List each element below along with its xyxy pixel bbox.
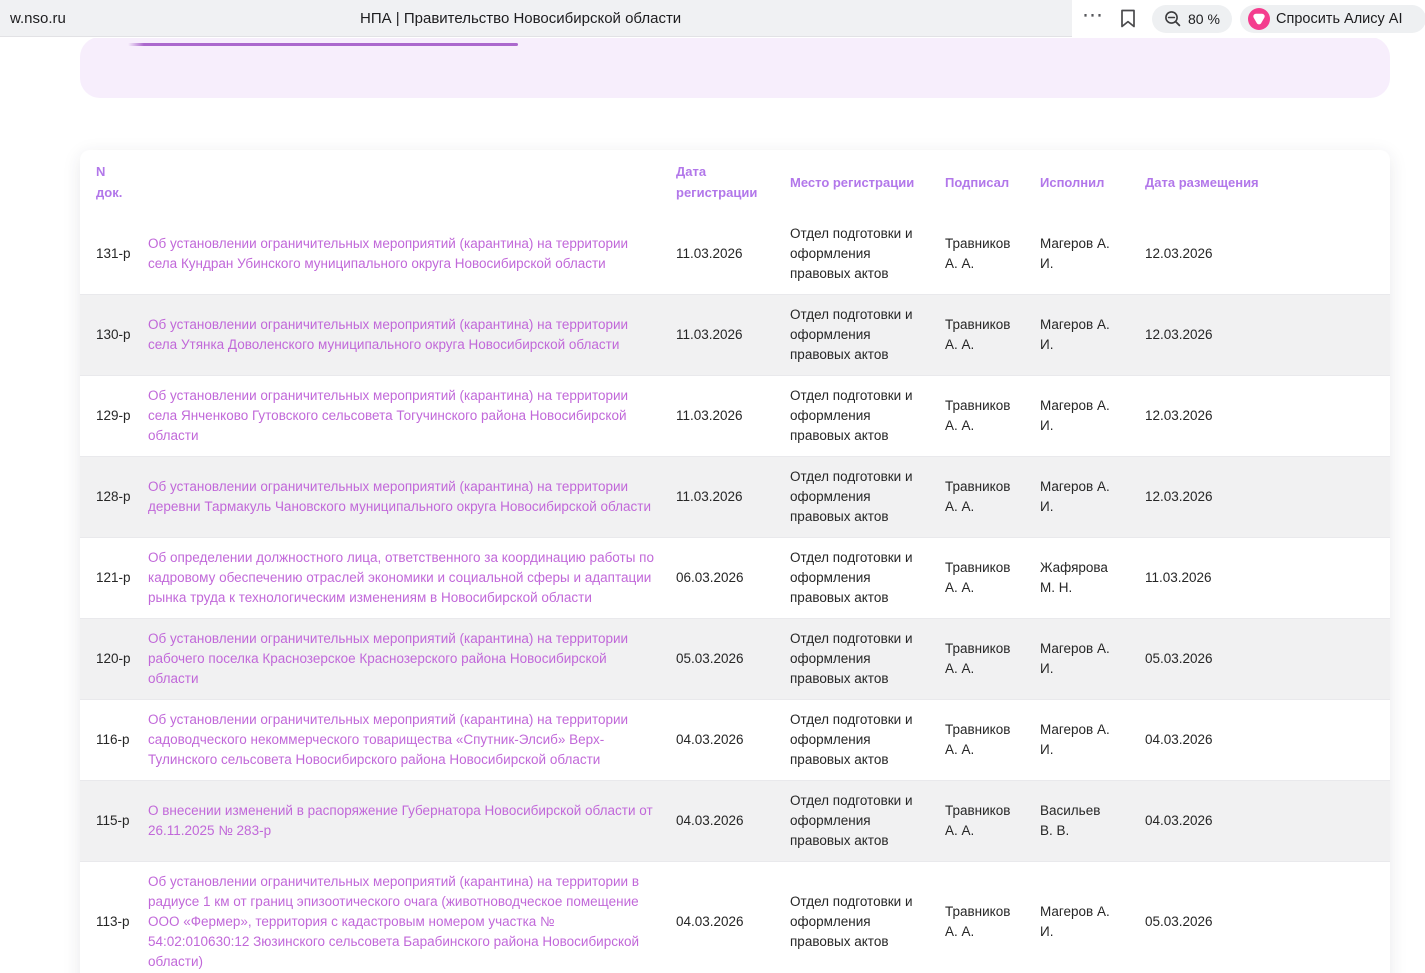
table-row: 115-р О внесении изменений в распоряжени… [80, 780, 1390, 861]
doc-number: 120-р [96, 649, 148, 669]
header-signer: Подписал [945, 172, 1040, 193]
executor-name: Магеров А. И. [1040, 477, 1145, 517]
registration-date: 05.03.2026 [676, 649, 790, 669]
registration-date: 11.03.2026 [676, 325, 790, 345]
signer-name: Травников А. А. [945, 396, 1040, 436]
signer-name: Травников А. А. [945, 558, 1040, 598]
document-link[interactable]: Об установлении ограничительных мероприя… [148, 236, 628, 271]
signer-name: Травников А. А. [945, 801, 1040, 841]
document-link[interactable]: Об установлении ограничительных мероприя… [148, 317, 628, 352]
search-field-underline [128, 43, 518, 46]
header-doc-number: N док. [96, 161, 148, 203]
document-link[interactable]: Об установлении ограничительных мероприя… [148, 874, 639, 969]
table-header-row: N док. Дата регистрации Место регистраци… [80, 150, 1390, 214]
browser-menu-icon[interactable]: ⋯ [1082, 3, 1104, 28]
registration-date: 04.03.2026 [676, 912, 790, 932]
signer-name: Травников А. А. [945, 902, 1040, 942]
zoom-out-icon [1164, 10, 1182, 28]
registration-place: Отдел подготовки и оформления правовых а… [790, 305, 945, 365]
registration-place: Отдел подготовки и оформления правовых а… [790, 386, 945, 446]
header-executor: Исполнил [1040, 172, 1145, 193]
signer-name: Травников А. А. [945, 477, 1040, 517]
table-row: 121-р Об определении должностного лица, … [80, 537, 1390, 618]
registration-place: Отдел подготовки и оформления правовых а… [790, 710, 945, 770]
signer-name: Травников А. А. [945, 720, 1040, 760]
page-header-panel [80, 37, 1390, 98]
publish-date: 04.03.2026 [1145, 811, 1374, 831]
bookmark-icon[interactable] [1120, 9, 1136, 28]
publish-date: 12.03.2026 [1145, 325, 1374, 345]
registration-place: Отдел подготовки и оформления правовых а… [790, 548, 945, 608]
signer-name: Травников А. А. [945, 234, 1040, 274]
executor-name: Жафярова М. Н. [1040, 558, 1145, 598]
signer-name: Травников А. А. [945, 639, 1040, 679]
document-link[interactable]: Об определении должностного лица, ответс… [148, 550, 654, 605]
publish-date: 11.03.2026 [1145, 568, 1374, 588]
header-registration-date: Дата регистрации [676, 161, 790, 203]
header-registration-place: Место регистрации [790, 172, 945, 193]
doc-number: 129-р [96, 406, 148, 426]
signer-name: Травников А. А. [945, 315, 1040, 355]
executor-name: Магеров А. И. [1040, 720, 1145, 760]
documents-table: N док. Дата регистрации Место регистраци… [80, 150, 1390, 973]
document-link[interactable]: Об установлении ограничительных мероприя… [148, 631, 628, 686]
doc-number: 113-р [96, 912, 148, 932]
executor-name: Васильев В. В. [1040, 801, 1145, 841]
document-link[interactable]: Об установлении ограничительных мероприя… [148, 388, 628, 443]
registration-date: 04.03.2026 [676, 811, 790, 831]
publish-date: 05.03.2026 [1145, 649, 1374, 669]
ask-alice-button[interactable]: Спросить Алису AI [1240, 5, 1425, 33]
tab-title: НПА | Правительство Новосибирской област… [360, 10, 681, 27]
doc-number: 130-р [96, 325, 148, 345]
executor-name: Магеров А. И. [1040, 902, 1145, 942]
zoom-control[interactable]: 80 % [1152, 5, 1232, 33]
address-bar[interactable]: w.nso.ru [10, 10, 66, 27]
header-publish-date: Дата размещения [1145, 172, 1374, 193]
table-row: 113-р Об установлении ограничительных ме… [80, 861, 1390, 973]
doc-number: 131-р [96, 244, 148, 264]
publish-date: 04.03.2026 [1145, 730, 1374, 750]
table-row: 130-р Об установлении ограничительных ме… [80, 294, 1390, 375]
executor-name: Магеров А. И. [1040, 315, 1145, 355]
document-link[interactable]: Об установлении ограничительных мероприя… [148, 479, 651, 514]
doc-number: 115-р [96, 811, 148, 831]
registration-place: Отдел подготовки и оформления правовых а… [790, 791, 945, 851]
document-link[interactable]: О внесении изменений в распоряжение Губе… [148, 803, 653, 838]
table-row: 128-р Об установлении ограничительных ме… [80, 456, 1390, 537]
browser-bar: w.nso.ru НПА | Правительство Новосибирск… [0, 0, 1425, 38]
doc-number: 128-р [96, 487, 148, 507]
registration-place: Отдел подготовки и оформления правовых а… [790, 467, 945, 527]
executor-name: Магеров А. И. [1040, 234, 1145, 274]
publish-date: 12.03.2026 [1145, 487, 1374, 507]
registration-date: 11.03.2026 [676, 244, 790, 264]
registration-place: Отдел подготовки и оформления правовых а… [790, 892, 945, 952]
registration-place: Отдел подготовки и оформления правовых а… [790, 224, 945, 284]
publish-date: 12.03.2026 [1145, 244, 1374, 264]
registration-date: 04.03.2026 [676, 730, 790, 750]
table-row: 120-р Об установлении ограничительных ме… [80, 618, 1390, 699]
table-row: 131-р Об установлении ограничительных ме… [80, 214, 1390, 294]
table-body: 131-р Об установлении ограничительных ме… [80, 214, 1390, 973]
doc-number: 121-р [96, 568, 148, 588]
publish-date: 05.03.2026 [1145, 912, 1374, 932]
table-row: 129-р Об установлении ограничительных ме… [80, 375, 1390, 456]
registration-date: 06.03.2026 [676, 568, 790, 588]
registration-date: 11.03.2026 [676, 406, 790, 426]
executor-name: Магеров А. И. [1040, 396, 1145, 436]
publish-date: 12.03.2026 [1145, 406, 1374, 426]
registration-place: Отдел подготовки и оформления правовых а… [790, 629, 945, 689]
alice-icon [1248, 8, 1270, 30]
zoom-level-value: 80 % [1188, 11, 1220, 27]
document-link[interactable]: Об установлении ограничительных мероприя… [148, 712, 628, 767]
registration-date: 11.03.2026 [676, 487, 790, 507]
executor-name: Магеров А. И. [1040, 639, 1145, 679]
table-row: 116-р Об установлении ограничительных ме… [80, 699, 1390, 780]
ask-alice-label: Спросить Алису AI [1276, 11, 1403, 27]
doc-number: 116-р [96, 730, 148, 750]
